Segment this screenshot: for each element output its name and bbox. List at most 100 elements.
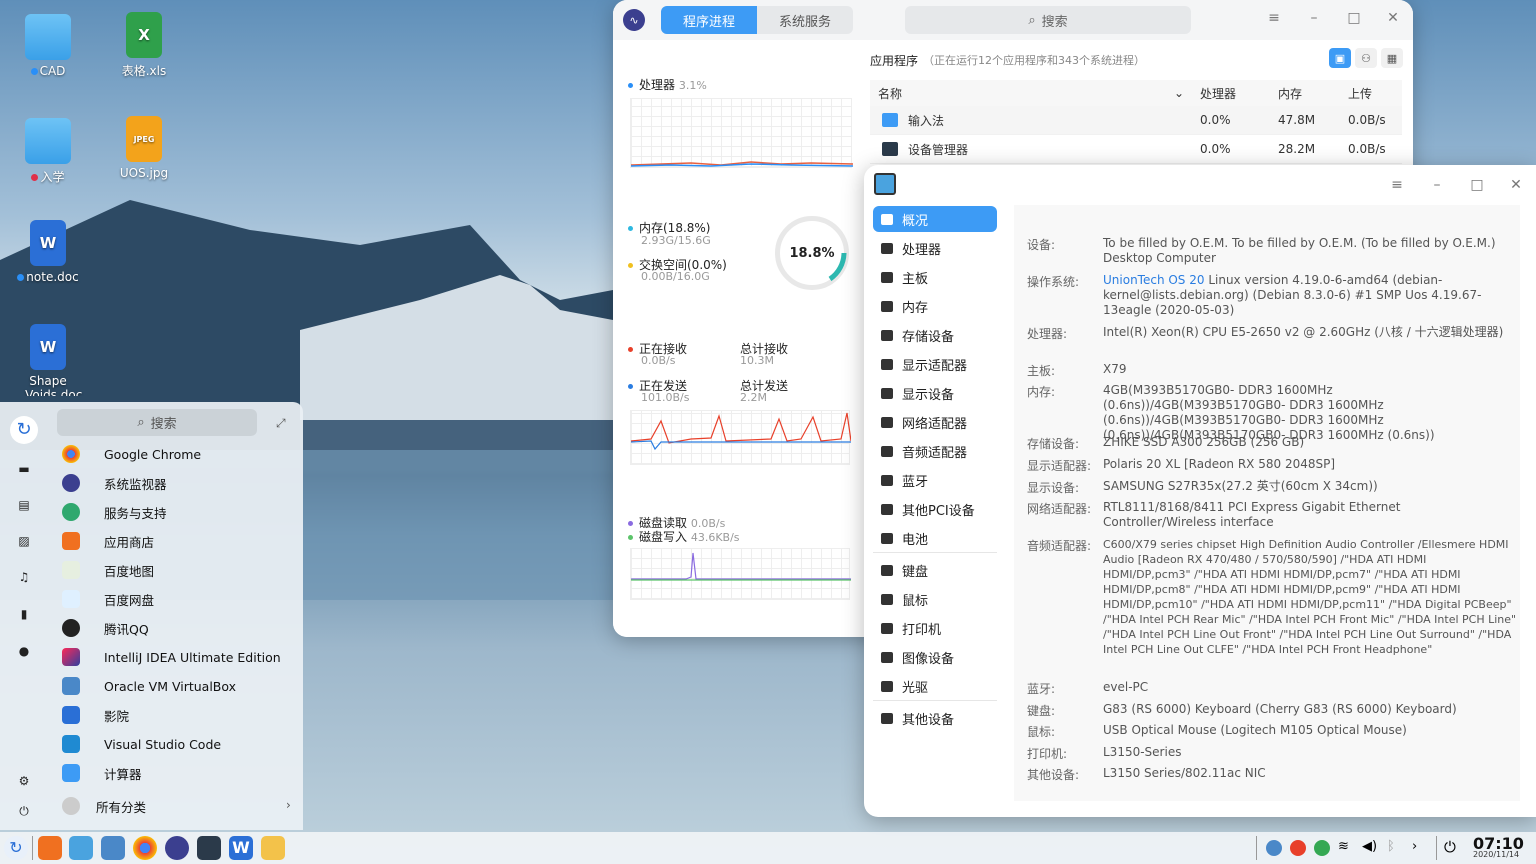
launcher-app-baidu-netdisk[interactable]: 百度网盘 bbox=[62, 588, 154, 610]
desktop-icon-cad[interactable]: CAD bbox=[0, 14, 98, 78]
file-manager-icon[interactable] bbox=[69, 836, 93, 860]
apps-view-icon[interactable]: ▣ bbox=[1329, 48, 1351, 68]
cpu-graph bbox=[630, 98, 854, 168]
close-button[interactable]: ✕ bbox=[1506, 177, 1526, 193]
detail-value: To be filled by O.E.M. To be filled by O… bbox=[1103, 236, 1496, 265]
chevron-right-icon[interactable]: › bbox=[1412, 839, 1417, 854]
documents-icon[interactable]: ▤ bbox=[17, 498, 31, 512]
column-name[interactable]: 名称 ⌄ bbox=[870, 85, 1192, 102]
nav-other[interactable]: 其他设备 bbox=[873, 705, 997, 731]
wifi-icon[interactable]: ≋ bbox=[1338, 839, 1349, 854]
nav-optical-drive[interactable]: 光驱 bbox=[873, 673, 997, 699]
launcher-app-calculator[interactable]: 计算器 bbox=[62, 762, 142, 784]
app-store-icon[interactable] bbox=[38, 836, 62, 860]
launcher-app-movie[interactable]: 影院 bbox=[62, 704, 129, 726]
launcher-app-system-monitor[interactable]: 系统监视器 bbox=[62, 472, 167, 494]
music-icon[interactable]: ♫ bbox=[17, 570, 31, 584]
minimize-button[interactable]: – bbox=[1304, 10, 1324, 26]
launcher-search-input[interactable]: ⌕ 搜索 bbox=[57, 409, 257, 436]
launcher-app-virtualbox[interactable]: Oracle VM VirtualBox bbox=[62, 675, 236, 697]
table-row[interactable]: 输入法 0.0% 47.8M 0.0B/s bbox=[870, 106, 1402, 135]
nav-mouse[interactable]: 鼠标 bbox=[873, 586, 997, 612]
desktop-icon-uos-jpg[interactable]: JPEG UOS.jpg bbox=[94, 116, 194, 180]
input-method-tray-icon[interactable] bbox=[1266, 840, 1282, 856]
desktop-icon-shape-doc[interactable]: W Shape ...Voids.doc bbox=[0, 324, 98, 396]
maximize-button[interactable]: □ bbox=[1467, 177, 1487, 193]
table-row[interactable]: 设备管理器 0.0% 28.2M 0.0B/s bbox=[870, 135, 1402, 164]
launcher-app-chrome[interactable]: Google Chrome bbox=[62, 443, 201, 465]
column-upload[interactable]: 上传 bbox=[1340, 85, 1402, 102]
launcher-app-qq[interactable]: 腾讯QQ bbox=[62, 617, 149, 639]
detail-key: 设备: bbox=[1027, 238, 1056, 252]
power-icon[interactable]: ⏻ bbox=[17, 804, 31, 818]
settings-icon[interactable]: ⚙ bbox=[17, 774, 31, 788]
all-view-icon[interactable]: ▦ bbox=[1381, 48, 1403, 68]
videos-icon[interactable]: ▮ bbox=[17, 607, 31, 621]
detail-key: 内存: bbox=[1027, 385, 1056, 399]
downloads-icon[interactable]: ● bbox=[17, 644, 31, 658]
table-header: 名称 ⌄ 处理器 内存 上传 bbox=[870, 80, 1402, 106]
close-button[interactable]: ✕ bbox=[1383, 10, 1403, 26]
menu-icon[interactable]: ≡ bbox=[1264, 10, 1284, 26]
launcher-app-vscode[interactable]: Visual Studio Code bbox=[62, 733, 221, 755]
nav-cpu[interactable]: 处理器 bbox=[873, 235, 997, 261]
word-icon[interactable]: W bbox=[229, 836, 253, 860]
nav-network[interactable]: 网络适配器 bbox=[873, 409, 997, 435]
column-memory[interactable]: 内存 bbox=[1270, 85, 1340, 102]
detail-key: 音频适配器: bbox=[1027, 539, 1092, 553]
image-viewer-icon[interactable] bbox=[261, 836, 285, 860]
user-view-icon[interactable]: ⚇ bbox=[1355, 48, 1377, 68]
all-categories-button[interactable]: 所有分类 bbox=[62, 795, 146, 817]
desktop-icon-enroll[interactable]: 入学 bbox=[0, 118, 98, 185]
nav-memory[interactable]: 内存 bbox=[873, 293, 997, 319]
nav-audio[interactable]: 音频适配器 bbox=[873, 438, 997, 464]
divider bbox=[873, 700, 997, 701]
folder-icon bbox=[25, 118, 71, 164]
system-monitor-icon[interactable] bbox=[165, 836, 189, 860]
computer-icon[interactable]: ▬ bbox=[17, 462, 31, 476]
nav-pci[interactable]: 其他PCI设备 bbox=[873, 496, 997, 522]
maximize-button[interactable]: □ bbox=[1344, 10, 1364, 26]
power-icon[interactable]: ⏻ bbox=[1444, 838, 1456, 856]
nav-camera[interactable]: 图像设备 bbox=[873, 644, 997, 670]
nav-overview[interactable]: 概况 bbox=[873, 206, 997, 232]
expand-icon[interactable]: ⤢ bbox=[276, 416, 286, 431]
nav-keyboard[interactable]: 键盘 bbox=[873, 557, 997, 583]
device-manager-icon[interactable] bbox=[197, 836, 221, 860]
volume-icon[interactable]: ◀) bbox=[1362, 839, 1377, 854]
nav-monitor[interactable]: 显示设备 bbox=[873, 380, 997, 406]
deepin-logo-icon[interactable]: ↻ bbox=[10, 416, 38, 444]
launcher-app-support[interactable]: 服务与支持 bbox=[62, 501, 167, 523]
nav-display-adapter[interactable]: 显示适配器 bbox=[873, 351, 997, 377]
network-manager-tray-icon[interactable] bbox=[1314, 840, 1330, 856]
menu-icon[interactable]: ≡ bbox=[1387, 177, 1407, 193]
nav-printer[interactable]: 打印机 bbox=[873, 615, 997, 641]
launcher-app-intellij[interactable]: IntelliJ IDEA Ultimate Edition bbox=[62, 646, 281, 668]
column-cpu[interactable]: 处理器 bbox=[1192, 85, 1270, 102]
virtualbox-icon[interactable] bbox=[101, 836, 125, 860]
clock-date: 2020/11/14 bbox=[1473, 850, 1520, 859]
chevron-right-icon[interactable]: › bbox=[286, 798, 291, 812]
nav-bluetooth[interactable]: 蓝牙 bbox=[873, 467, 997, 493]
launcher-button-icon[interactable]: ↻ bbox=[4, 836, 28, 860]
desktop-icon-xls[interactable]: X 表格.xls bbox=[94, 12, 194, 79]
security-tray-icon[interactable] bbox=[1290, 840, 1306, 856]
tab-processes[interactable]: 程序进程 bbox=[661, 6, 757, 34]
nav-motherboard[interactable]: 主板 bbox=[873, 264, 997, 290]
minimize-button[interactable]: – bbox=[1427, 177, 1447, 193]
launcher-app-store[interactable]: 应用商店 bbox=[62, 530, 154, 552]
baidu-netdisk-icon bbox=[62, 590, 80, 608]
tab-services[interactable]: 系统服务 bbox=[757, 6, 853, 34]
divider bbox=[32, 836, 33, 860]
chrome-icon[interactable] bbox=[133, 836, 157, 860]
receiving-value: 0.0B/s bbox=[641, 354, 676, 367]
nav-storage[interactable]: 存储设备 bbox=[873, 322, 997, 348]
launcher-app-baidu-map[interactable]: 百度地图 bbox=[62, 559, 154, 581]
nav-battery[interactable]: 电池 bbox=[873, 525, 997, 551]
pictures-icon[interactable]: ▨ bbox=[17, 534, 31, 548]
search-input[interactable]: ⌕ 搜索 bbox=[905, 6, 1191, 34]
qq-icon bbox=[62, 619, 80, 637]
bluetooth-icon[interactable]: ᛒ bbox=[1387, 839, 1395, 854]
desktop-icon-note-doc[interactable]: W note.doc bbox=[0, 220, 98, 284]
system-monitor-logo-icon: ∿ bbox=[623, 9, 645, 31]
